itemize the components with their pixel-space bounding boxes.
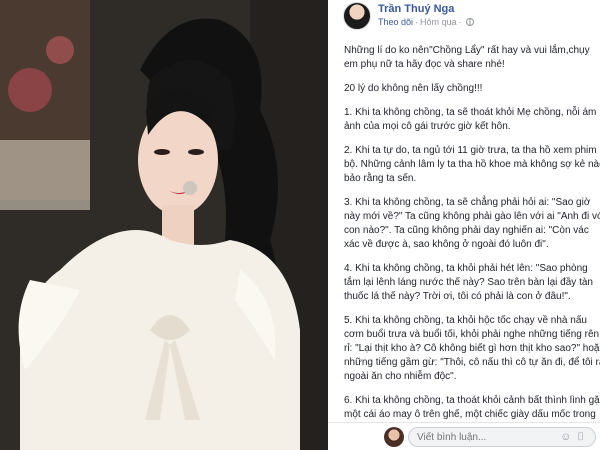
post-time[interactable]: Hôm qua <box>420 17 457 27</box>
comment-icons: ☺⌷ <box>560 431 590 444</box>
woman-portrait-image <box>0 0 328 450</box>
post-paragraph: 2. Khi ta tự do, ta ngủ tới 11 giờ trưa,… <box>344 145 600 184</box>
post-meta: Theo dõi · Hôm qua · <box>378 17 474 27</box>
post-paragraph: 1. Khi ta không chồng, ta sẽ thoát khỏi … <box>344 107 597 132</box>
post-paragraph: 20 lý do không nên lấy chồng!!! <box>344 83 483 94</box>
author-avatar[interactable] <box>343 2 371 30</box>
post-paragraph: Những lí do ko nên"Chồng Lẩy" rất hay và… <box>344 45 590 70</box>
globe-icon <box>465 18 474 26</box>
author-name[interactable]: Trần Thuý Nga <box>378 3 454 15</box>
post-paragraph: 3. Khi ta không chồng, ta sẽ chẳng phải … <box>344 197 600 250</box>
emoji-icon[interactable]: ☺ <box>560 431 577 443</box>
follow-link[interactable]: Theo dõi <box>378 17 413 27</box>
commenter-avatar <box>384 427 404 447</box>
camera-icon[interactable]: ⌷ <box>577 431 590 443</box>
post-photo <box>0 0 328 450</box>
post-paragraph: 5. Khi ta không chồng, ta khỏi hộc tốc c… <box>344 315 600 382</box>
post-paragraph: 4. Khi ta không chồng, ta khỏi phải hét … <box>344 263 593 302</box>
post-paragraph: 6. Khi ta không chồng, ta thoát khỏi cản… <box>344 395 600 424</box>
post-sidebar: Trần Thuý Nga Theo dõi · Hôm qua · Những lí… <box>328 0 600 450</box>
post-text: Những lí do ko nên"Chồng Lẩy" rất hay và… <box>344 44 600 424</box>
post-header: Trần Thuý Nga Theo dõi · Hôm qua · <box>338 0 600 40</box>
comment-bar: ☺⌷ <box>328 422 600 450</box>
